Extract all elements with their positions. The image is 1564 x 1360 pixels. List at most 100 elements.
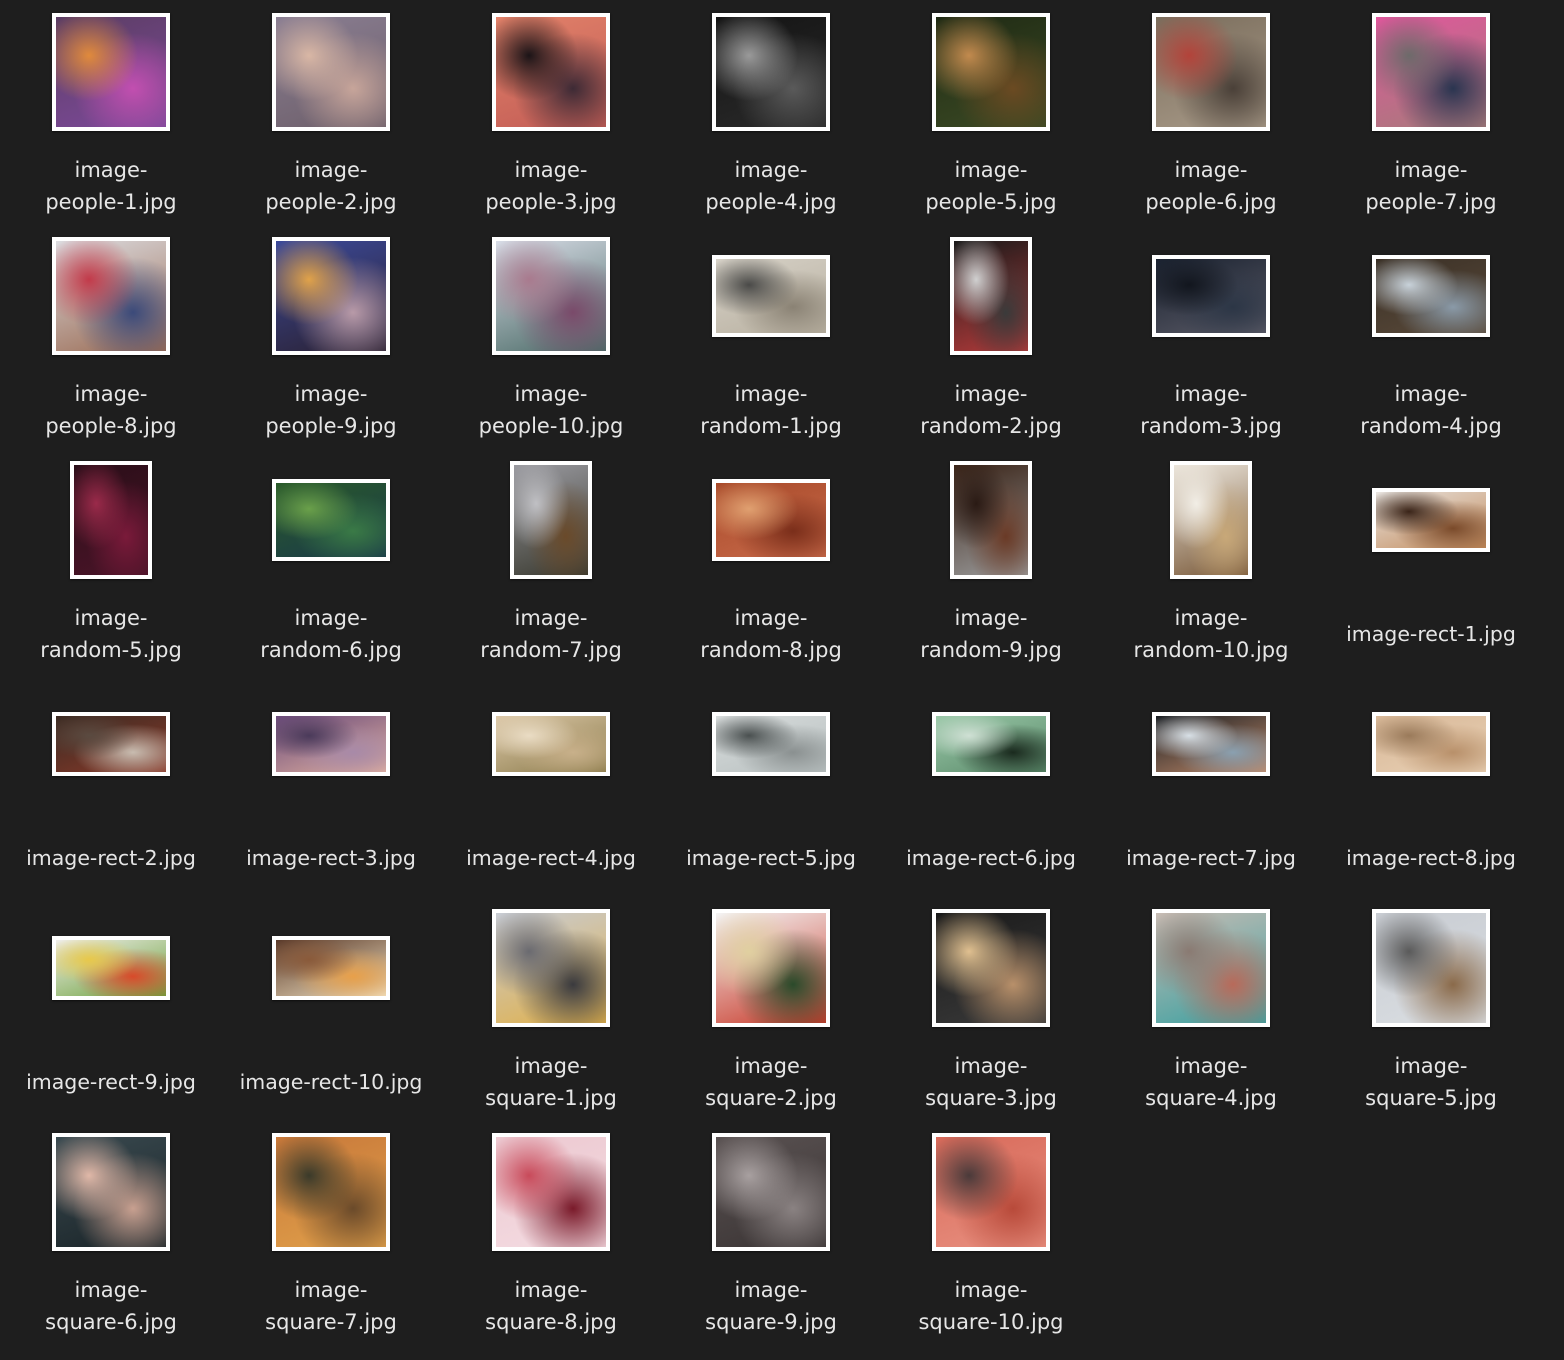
image-thumbnail[interactable] [712,255,830,337]
image-thumbnail[interactable] [272,479,390,561]
file-item[interactable]: image-square-7.jpg [221,1120,441,1344]
image-thumbnail[interactable] [52,712,170,776]
file-item[interactable]: image-square-6.jpg [1,1120,221,1344]
image-preview-icon [496,913,606,1023]
image-thumbnail[interactable] [1372,13,1490,131]
file-item[interactable]: image-square-8.jpg [441,1120,661,1344]
image-thumbnail[interactable] [950,237,1032,355]
file-item[interactable]: image-rect-9.jpg [1,896,221,1120]
file-item[interactable]: image-rect-10.jpg [221,896,441,1120]
image-preview-icon [276,716,386,772]
image-thumbnail[interactable] [932,712,1050,776]
file-item[interactable]: image-rect-6.jpg [881,672,1101,896]
image-thumbnail[interactable] [712,479,830,561]
image-thumbnail[interactable] [712,13,830,131]
image-thumbnail[interactable] [1170,461,1252,579]
image-thumbnail[interactable] [932,13,1050,131]
file-item[interactable]: image-random-8.jpg [661,448,881,672]
image-thumbnail[interactable] [492,712,610,776]
file-item[interactable]: image-people-6.jpg [1101,0,1321,224]
thumbnail-area [1,224,221,368]
image-thumbnail[interactable] [1372,909,1490,1027]
file-item[interactable]: image-random-5.jpg [1,448,221,672]
image-thumbnail[interactable] [1152,712,1270,776]
file-item[interactable]: image-random-2.jpg [881,224,1101,448]
file-item[interactable]: image-people-8.jpg [1,224,221,448]
file-item[interactable]: image-random-10.jpg [1101,448,1321,672]
file-item[interactable]: image-square-1.jpg [441,896,661,1120]
file-item[interactable]: image-random-4.jpg [1321,224,1541,448]
image-thumbnail[interactable] [1152,909,1270,1027]
image-thumbnail[interactable] [52,936,170,1000]
image-thumbnail[interactable] [52,1133,170,1251]
file-name-line-2: people-1.jpg [45,190,177,214]
image-thumbnail[interactable] [712,712,830,776]
file-name-line-2: people-5.jpg [925,190,1057,214]
file-item[interactable]: image-rect-8.jpg [1321,672,1541,896]
image-thumbnail[interactable] [52,13,170,131]
image-preview-icon [514,465,588,575]
image-thumbnail[interactable] [1152,255,1270,337]
file-item[interactable]: image-rect-5.jpg [661,672,881,896]
file-item[interactable]: image-rect-4.jpg [441,672,661,896]
file-item[interactable]: image-square-5.jpg [1321,896,1541,1120]
image-thumbnail[interactable] [932,1133,1050,1251]
image-thumbnail[interactable] [510,461,592,579]
file-item[interactable]: image-random-7.jpg [441,448,661,672]
file-item[interactable]: image-people-3.jpg [441,0,661,224]
file-item[interactable]: image-people-4.jpg [661,0,881,224]
thumbnail-area [441,224,661,368]
file-item[interactable]: image-rect-7.jpg [1101,672,1321,896]
file-name-label: image-square-5.jpg [1323,1050,1539,1114]
image-thumbnail[interactable] [1152,13,1270,131]
file-item[interactable]: image-rect-3.jpg [221,672,441,896]
file-item[interactable]: image-rect-1.jpg [1321,448,1541,672]
file-name-label: image-random-3.jpg [1103,378,1319,442]
file-item[interactable]: image-people-10.jpg [441,224,661,448]
image-thumbnail[interactable] [1372,255,1490,337]
file-name-line-1: image- [1174,158,1248,182]
image-preview-icon [56,716,166,772]
image-thumbnail[interactable] [712,1133,830,1251]
image-thumbnail[interactable] [272,13,390,131]
image-thumbnail[interactable] [272,936,390,1000]
file-item[interactable]: image-random-9.jpg [881,448,1101,672]
file-name-line-2: random-10.jpg [1133,638,1289,662]
file-item[interactable]: image-people-9.jpg [221,224,441,448]
thumbnail-area [1101,224,1321,368]
image-thumbnail[interactable] [492,13,610,131]
file-item[interactable]: image-random-1.jpg [661,224,881,448]
file-name-line-1: image- [1394,158,1468,182]
file-item[interactable]: image-people-7.jpg [1321,0,1541,224]
file-item[interactable]: image-square-2.jpg [661,896,881,1120]
file-name-line-2: random-1.jpg [700,414,842,438]
image-thumbnail[interactable] [272,237,390,355]
file-item[interactable]: image-square-9.jpg [661,1120,881,1344]
image-thumbnail[interactable] [1372,488,1490,552]
image-thumbnail[interactable] [52,237,170,355]
file-name-line-1: image- [74,158,148,182]
image-thumbnail[interactable] [712,909,830,1027]
file-item[interactable]: image-square-3.jpg [881,896,1101,1120]
image-thumbnail[interactable] [950,461,1032,579]
image-thumbnail[interactable] [272,712,390,776]
thumbnail-area [1,448,221,592]
image-thumbnail[interactable] [70,461,152,579]
file-item[interactable]: image-people-5.jpg [881,0,1101,224]
file-name-label: image-random-5.jpg [3,602,219,666]
image-thumbnail[interactable] [1372,712,1490,776]
file-item[interactable]: image-people-2.jpg [221,0,441,224]
file-name-line-1: image- [514,1054,588,1078]
file-item[interactable]: image-square-10.jpg [881,1120,1101,1344]
file-item[interactable]: image-square-4.jpg [1101,896,1321,1120]
file-name-label: image-square-7.jpg [223,1274,439,1338]
file-item[interactable]: image-random-6.jpg [221,448,441,672]
image-thumbnail[interactable] [932,909,1050,1027]
image-thumbnail[interactable] [492,237,610,355]
file-item[interactable]: image-rect-2.jpg [1,672,221,896]
file-item[interactable]: image-random-3.jpg [1101,224,1321,448]
file-item[interactable]: image-people-1.jpg [1,0,221,224]
image-thumbnail[interactable] [492,909,610,1027]
image-thumbnail[interactable] [492,1133,610,1251]
image-thumbnail[interactable] [272,1133,390,1251]
